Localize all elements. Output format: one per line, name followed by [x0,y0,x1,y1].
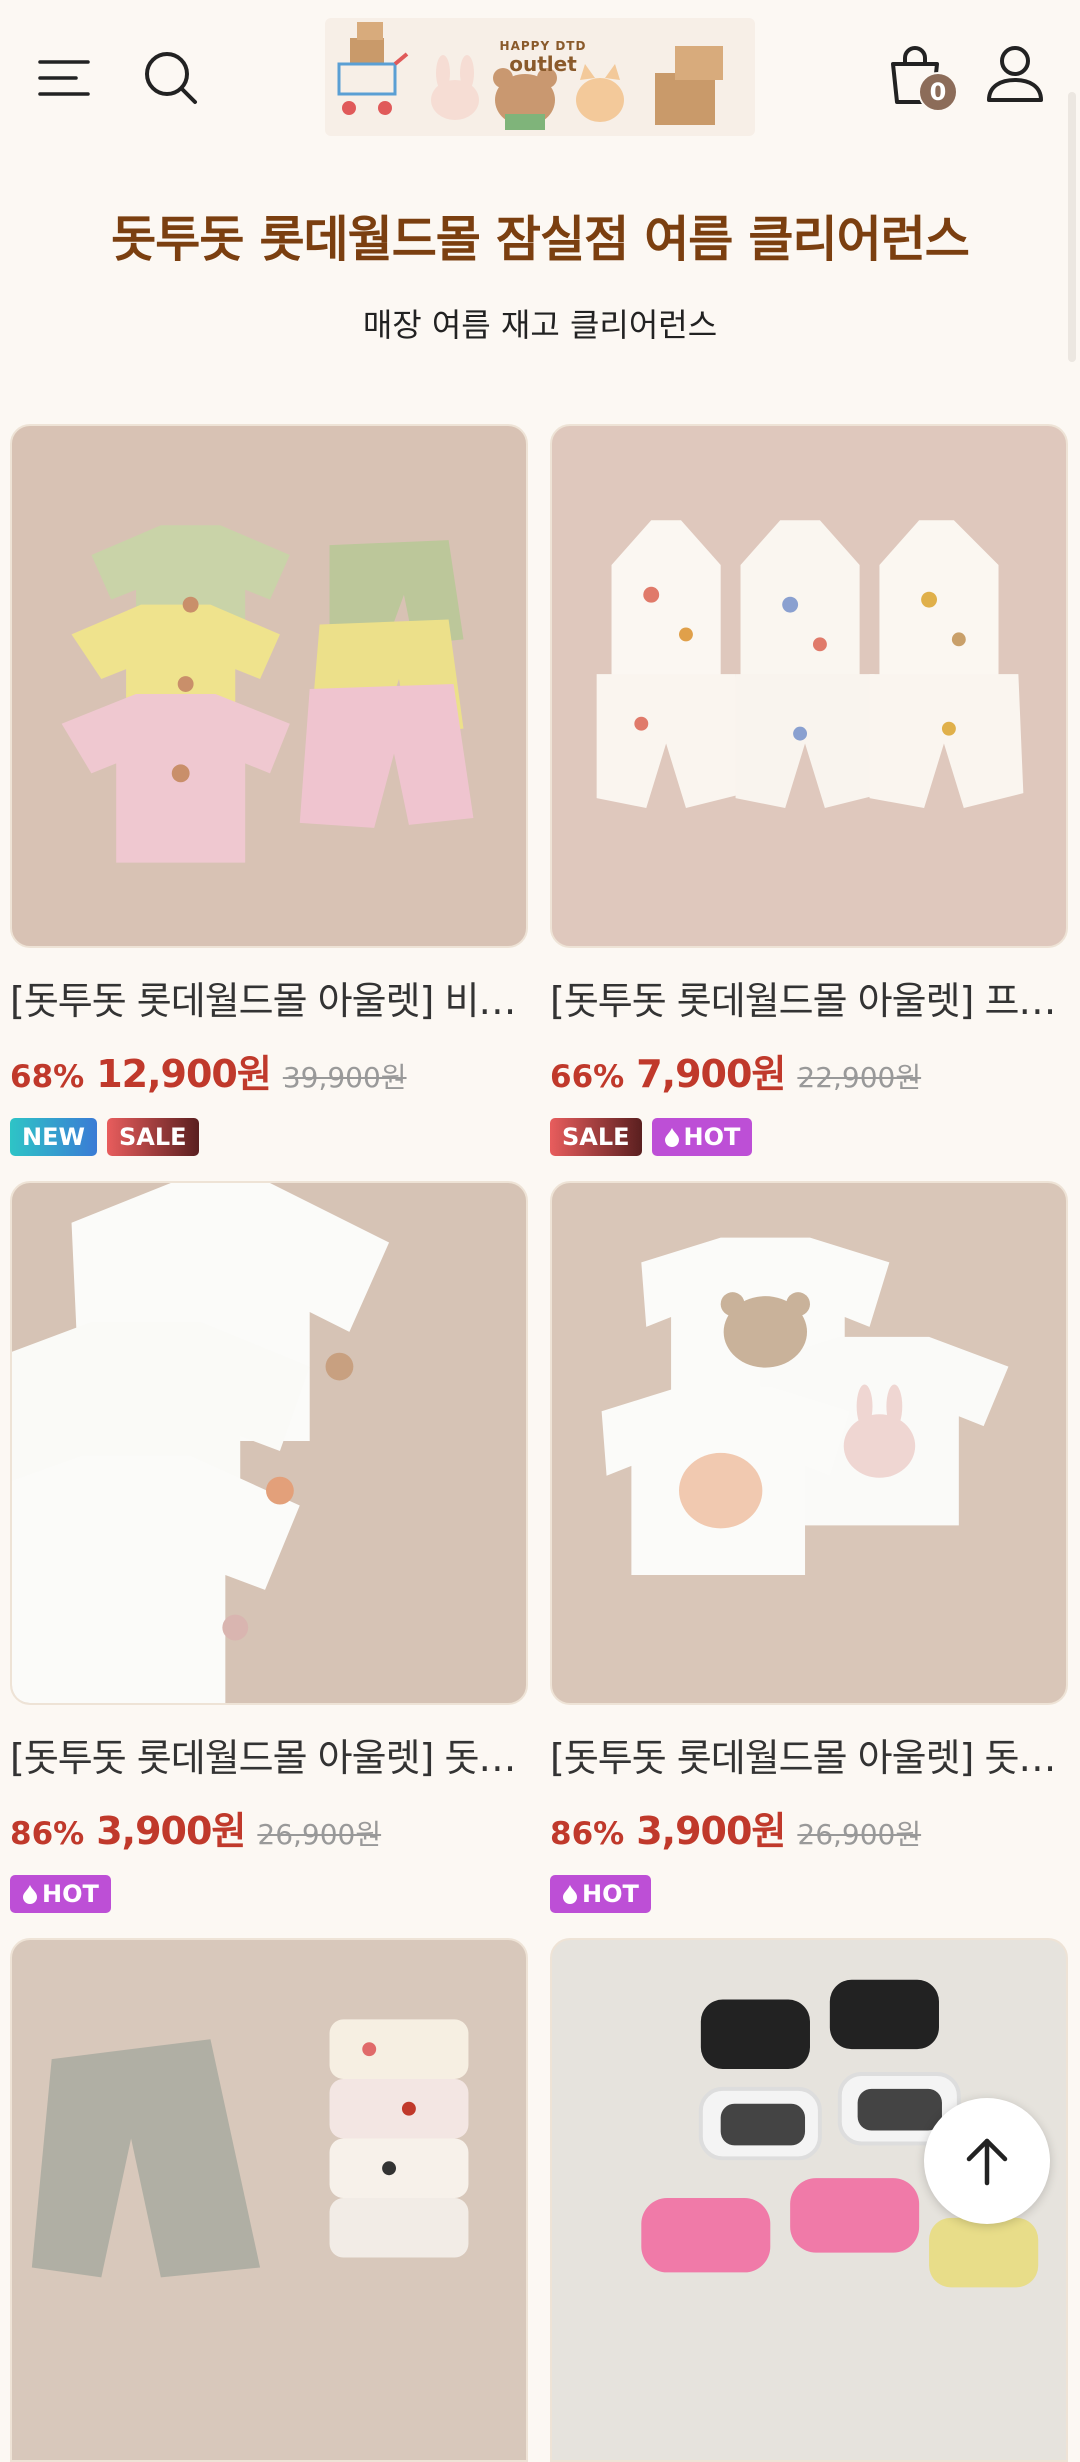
menu-icon [38,60,90,96]
flame-icon [23,1885,37,1904]
store-logo[interactable]: HAPPY DTD outlet [325,18,755,136]
menu-button[interactable] [28,42,100,114]
product-name[interactable]: [돗투돗 롯데월드몰 아울렛] 돗니... [10,1727,528,1782]
sale-price: 3,900원 [636,1809,786,1853]
badge-sale: SALE [550,1118,642,1156]
product-name[interactable]: [돗투돗 롯데월드몰 아울렛] 프루... [550,970,1068,1025]
badge-hot-label: HOT [683,1123,741,1151]
product-name[interactable]: [돗투돗 롯데월드몰 아울렛] 돗니... [550,1727,1068,1782]
product-card[interactable]: [돗투돗 롯데월드몰 아울렛] 비스... 68% 12,900원 39,900… [10,424,528,1156]
product-name[interactable]: [돗투돗 롯데월드몰 아울렛] 비스... [10,970,528,1025]
scroll-to-top-button[interactable] [924,2098,1050,2224]
product-photo-fruit-sets [596,520,1024,809]
discount-rate: 68% [10,1059,85,1095]
header: HAPPY DTD outlet 0 [0,0,1080,150]
discount-rate: 86% [550,1816,625,1852]
user-button[interactable] [975,34,1055,114]
page-subtitle: 매장 여름 재고 클리어런스 [362,306,718,344]
price-row: 86% 3,900원 26,900원 [10,1800,528,1855]
product-image[interactable] [550,424,1068,948]
product-card[interactable]: [돗투돗 롯데월드몰 아울렛] 돗니... 86% 3,900원 26,900원… [550,1181,1068,1913]
badge-hot: HOT [550,1875,651,1913]
original-price: 39,900원 [282,1061,407,1094]
original-price: 26,900원 [257,1818,382,1851]
product-photo-white-tees [12,1183,390,1703]
price-row: 66% 7,900원 22,900원 [550,1043,1068,1098]
arrow-up-icon [966,2138,1008,2186]
badge-list: HOT [550,1875,1068,1913]
sale-price: 3,900원 [96,1809,246,1853]
price-row: 86% 3,900원 26,900원 [550,1800,1068,1855]
search-icon [145,52,197,104]
flame-icon [664,1128,679,1147]
flame-icon [563,1885,577,1904]
original-price: 22,900원 [797,1061,922,1094]
badge-hot: HOT [10,1875,111,1913]
product-photo-pants [31,2019,469,2278]
product-image[interactable] [10,424,528,948]
user-icon [987,46,1043,102]
cart-count-badge: 0 [918,72,958,112]
badge-list: SALE HOT [550,1118,1068,1156]
sale-price: 12,900원 [96,1052,272,1096]
product-image[interactable] [10,1938,528,2462]
badge-sale: SALE [106,1118,199,1156]
original-price: 26,900원 [797,1818,922,1851]
product-card[interactable]: [돗투돗 롯데월드몰 아울렛] 프루... 66% 7,900원 22,900원… [550,424,1068,1156]
badge-list: HOT [10,1875,528,1913]
badge-hot-label: HOT [582,1880,639,1908]
product-image[interactable] [550,1181,1068,1705]
product-card[interactable] [10,1938,528,2462]
discount-rate: 66% [550,1059,625,1095]
product-card[interactable]: [돗투돗 롯데월드몰 아울렛] 돗니... 86% 3,900원 26,900원… [10,1181,528,1913]
product-photo-character-tees [601,1237,1009,1575]
sale-price: 7,900원 [636,1052,786,1096]
badge-hot: HOT [651,1118,753,1156]
logo-line2: outlet [509,52,577,76]
logo-text: HAPPY DTD outlet [493,40,593,74]
logo-illustration [337,22,723,130]
badge-list: NEW SALE [10,1118,528,1156]
badge-new: NEW [10,1118,97,1156]
badge-hot-label: HOT [42,1880,99,1908]
product-image[interactable] [10,1181,528,1705]
page-title: 돗투돗 롯데월드몰 잠실점 여름 클리어런스 [111,211,970,268]
search-button[interactable] [135,38,207,118]
discount-rate: 86% [10,1816,85,1852]
cart-button[interactable]: 0 [870,36,960,116]
product-photo-pastel-sets [61,525,474,863]
price-row: 68% 12,900원 39,900원 [10,1043,528,1098]
logo-line1: HAPPY DTD [499,39,587,53]
